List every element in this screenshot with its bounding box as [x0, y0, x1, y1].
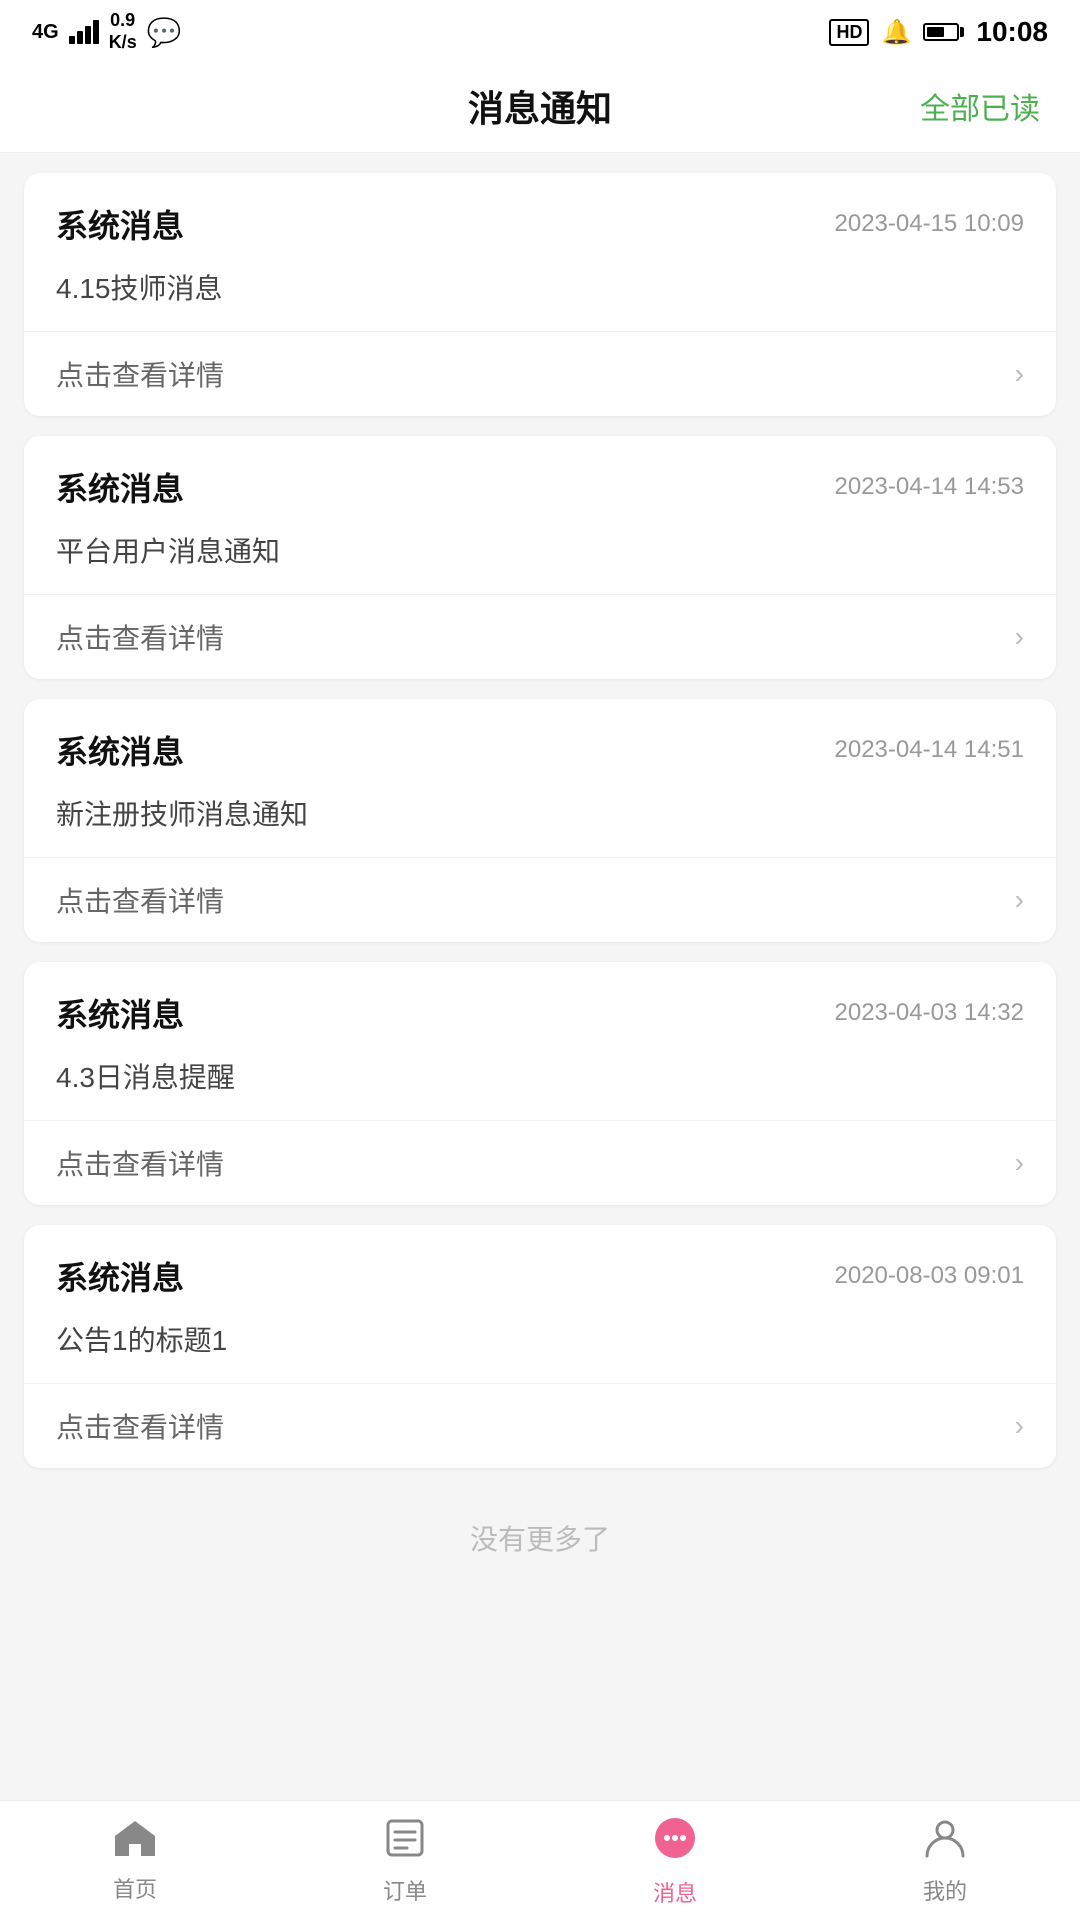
message-title: 系统消息 — [56, 990, 184, 1036]
no-more-text: 没有更多了 — [0, 1488, 1080, 1598]
message-body: 新注册技师消息通知 — [24, 793, 1056, 858]
message-time: 2023-04-14 14:53 — [835, 473, 1025, 501]
nav-label-home: 首页 — [113, 1872, 157, 1904]
battery-icon — [923, 23, 964, 41]
detail-label: 点击查看详情 — [56, 617, 224, 657]
clock-time: 10:08 — [976, 16, 1048, 48]
detail-label: 点击查看详情 — [56, 1406, 224, 1446]
message-time: 2020-08-03 09:01 — [835, 1262, 1025, 1290]
message-detail-button[interactable]: 点击查看详情 › — [24, 1121, 1056, 1205]
message-detail-button[interactable]: 点击查看详情 › — [24, 1384, 1056, 1468]
message-time: 2023-04-03 14:32 — [835, 999, 1025, 1027]
chevron-right-icon: › — [1015, 884, 1024, 916]
chevron-right-icon: › — [1015, 1410, 1024, 1442]
message-time: 2023-04-14 14:51 — [835, 736, 1025, 764]
hd-badge: HD — [829, 19, 869, 46]
mark-all-read-button[interactable]: 全部已读 — [920, 84, 1040, 128]
message-list: 系统消息 2023-04-15 10:09 4.15技师消息 点击查看详情 › … — [0, 153, 1080, 1488]
nav-label-order: 订单 — [383, 1874, 427, 1906]
message-header: 系统消息 2020-08-03 09:01 — [24, 1225, 1056, 1319]
nav-label-mine: 我的 — [923, 1874, 967, 1906]
wechat-icon: 💬 — [147, 16, 182, 49]
message-header: 系统消息 2023-04-15 10:09 — [24, 173, 1056, 267]
chevron-right-icon: › — [1015, 1147, 1024, 1179]
message-card: 系统消息 2020-08-03 09:01 公告1的标题1 点击查看详情 › — [24, 1225, 1056, 1468]
message-card: 系统消息 2023-04-03 14:32 4.3日消息提醒 点击查看详情 › — [24, 962, 1056, 1205]
speed-text: 0.9K/s — [109, 10, 137, 53]
message-title: 系统消息 — [56, 1253, 184, 1299]
message-title: 系统消息 — [56, 464, 184, 510]
message-card: 系统消息 2023-04-15 10:09 4.15技师消息 点击查看详情 › — [24, 173, 1056, 416]
message-card: 系统消息 2023-04-14 14:53 平台用户消息通知 点击查看详情 › — [24, 436, 1056, 679]
nav-item-mine[interactable]: 我的 — [810, 1801, 1080, 1920]
status-left: 4G 0.9K/s 💬 — [32, 10, 182, 53]
message-body: 公告1的标题1 — [24, 1319, 1056, 1384]
status-right: HD 🔔 10:08 — [829, 16, 1048, 48]
nav-item-message[interactable]: 消息 — [540, 1801, 810, 1920]
mine-icon — [923, 1816, 967, 1868]
top-nav: 消息通知 全部已读 — [0, 60, 1080, 153]
message-header: 系统消息 2023-04-14 14:51 — [24, 699, 1056, 793]
home-icon — [113, 1818, 157, 1866]
nav-label-message: 消息 — [653, 1876, 697, 1908]
message-body: 4.3日消息提醒 — [24, 1056, 1056, 1121]
message-time: 2023-04-15 10:09 — [835, 210, 1025, 238]
status-bar: 4G 0.9K/s 💬 HD 🔔 10:08 — [0, 0, 1080, 60]
detail-label: 点击查看详情 — [56, 880, 224, 920]
message-body: 平台用户消息通知 — [24, 530, 1056, 595]
message-detail-button[interactable]: 点击查看详情 › — [24, 595, 1056, 679]
message-icon — [651, 1814, 699, 1870]
chevron-right-icon: › — [1015, 621, 1024, 653]
nav-item-home[interactable]: 首页 — [0, 1801, 270, 1920]
detail-label: 点击查看详情 — [56, 354, 224, 394]
message-title: 系统消息 — [56, 201, 184, 247]
message-detail-button[interactable]: 点击查看详情 › — [24, 858, 1056, 942]
chevron-right-icon: › — [1015, 358, 1024, 390]
message-title: 系统消息 — [56, 727, 184, 773]
bottom-nav: 首页 订单 消息 — [0, 1800, 1080, 1920]
no-disturb-icon: 🔔 — [881, 18, 911, 47]
message-header: 系统消息 2023-04-03 14:32 — [24, 962, 1056, 1056]
network-type: 4G — [32, 21, 59, 44]
message-detail-button[interactable]: 点击查看详情 › — [24, 332, 1056, 416]
signal-icon — [69, 20, 99, 44]
message-header: 系统消息 2023-04-14 14:53 — [24, 436, 1056, 530]
detail-label: 点击查看详情 — [56, 1143, 224, 1183]
message-body: 4.15技师消息 — [24, 267, 1056, 332]
message-card: 系统消息 2023-04-14 14:51 新注册技师消息通知 点击查看详情 › — [24, 699, 1056, 942]
nav-item-order[interactable]: 订单 — [270, 1801, 540, 1920]
order-icon — [383, 1816, 427, 1868]
page-title: 消息通知 — [468, 80, 612, 132]
